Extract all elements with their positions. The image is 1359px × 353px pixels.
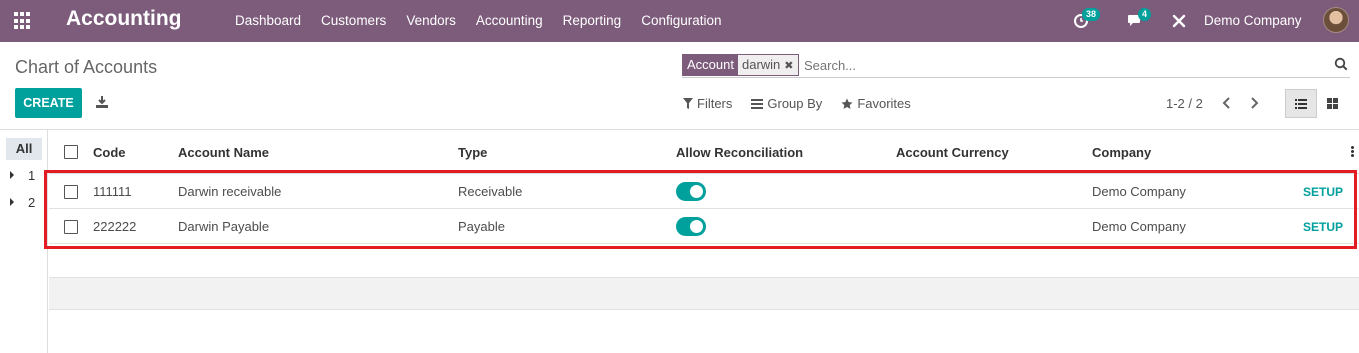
filters-button[interactable]: Filters — [683, 96, 732, 111]
main-menu: Dashboard Customers Vendors Accounting R… — [225, 0, 732, 42]
kanban-view-button[interactable] — [1319, 89, 1347, 118]
reconcile-toggle[interactable] — [676, 217, 706, 236]
hierarchy-side-panel: All 1 2 — [0, 130, 48, 353]
menu-reporting[interactable]: Reporting — [553, 0, 632, 42]
column-account-currency[interactable]: Account Currency — [896, 145, 1009, 160]
facet-value: darwin ✖ — [737, 55, 798, 75]
list-icon — [1295, 99, 1307, 109]
table-empty-row — [49, 244, 1359, 278]
kanban-icon — [1327, 98, 1338, 109]
star-icon — [841, 98, 853, 109]
favorites-button[interactable]: Favorites — [841, 96, 911, 111]
cell-account-name: Darwin receivable — [178, 184, 282, 199]
row-checkbox[interactable] — [64, 185, 78, 199]
cell-account-name: Darwin Payable — [178, 219, 270, 234]
cell-company: Demo Company — [1092, 184, 1186, 199]
menu-dashboard[interactable]: Dashboard — [225, 0, 311, 42]
activity-count-badge: 38 — [1082, 8, 1101, 21]
message-count-badge: 4 — [1138, 8, 1152, 21]
messages-icon[interactable]: 4 — [1127, 8, 1152, 30]
optional-columns-icon[interactable] — [1351, 146, 1354, 158]
favorites-label: Favorites — [857, 96, 911, 111]
menu-vendors[interactable]: Vendors — [396, 0, 466, 42]
user-avatar[interactable] — [1323, 7, 1349, 33]
reconcile-toggle[interactable] — [676, 182, 706, 201]
side-item-1[interactable]: 1 — [10, 168, 35, 183]
facet-label: Account — [683, 55, 738, 75]
groupby-button[interactable]: Group By — [751, 96, 822, 111]
activity-clock-icon[interactable]: 38 — [1073, 8, 1101, 30]
side-item-label: 1 — [28, 168, 36, 183]
setup-button[interactable]: SETUP — [1303, 220, 1343, 234]
facet-value-text: darwin — [741, 57, 781, 72]
column-account-name[interactable]: Account Name — [178, 145, 269, 160]
filter-icon — [683, 98, 693, 109]
facet-remove-icon[interactable]: ✖ — [784, 60, 793, 72]
chevron-right-icon[interactable] — [1247, 95, 1261, 111]
select-all-checkbox[interactable] — [64, 145, 78, 159]
search-options: Filters Group By Favorites — [683, 96, 930, 111]
cell-type: Receivable — [458, 184, 523, 199]
app-title[interactable]: Accounting — [66, 7, 182, 31]
bars-icon — [751, 98, 764, 109]
search-input[interactable] — [804, 56, 1324, 75]
caret-right-icon — [10, 198, 14, 206]
column-allow-reconciliation[interactable]: Allow Reconciliation — [676, 145, 803, 160]
pager-value[interactable]: 1-2 / 2 — [1166, 96, 1203, 111]
download-icon[interactable] — [95, 95, 109, 109]
table-header: Code Account Name Type Allow Reconciliat… — [49, 130, 1359, 174]
table-row[interactable]: 111111 Darwin receivable Receivable Demo… — [49, 174, 1359, 209]
create-button[interactable]: CREATE — [15, 88, 82, 118]
menu-configuration[interactable]: Configuration — [631, 0, 731, 42]
search-icon[interactable] — [1334, 57, 1348, 71]
search-facet: Account darwin ✖ — [682, 54, 799, 76]
cell-code: 111111 — [93, 184, 132, 199]
caret-right-icon — [10, 171, 14, 179]
column-code[interactable]: Code — [93, 145, 126, 160]
apps-grid-icon[interactable] — [14, 12, 32, 30]
side-item-2[interactable]: 2 — [10, 195, 35, 210]
cell-type: Payable — [458, 219, 505, 234]
search-bar: Account darwin ✖ — [682, 53, 1350, 78]
breadcrumb-title: Chart of Accounts — [15, 57, 158, 77]
filters-label: Filters — [697, 96, 733, 111]
company-switcher[interactable]: Demo Company — [1204, 0, 1302, 42]
list-view-button[interactable] — [1285, 89, 1317, 118]
side-item-all[interactable]: All — [6, 138, 42, 160]
chevron-left-icon[interactable] — [1220, 95, 1234, 111]
groupby-label: Group By — [767, 96, 823, 111]
setup-button[interactable]: SETUP — [1303, 185, 1343, 199]
top-navbar: Accounting Dashboard Customers Vendors A… — [0, 0, 1359, 42]
column-type[interactable]: Type — [458, 145, 487, 160]
menu-customers[interactable]: Customers — [311, 0, 396, 42]
cell-code: 222222 — [93, 219, 137, 234]
cell-company: Demo Company — [1092, 219, 1186, 234]
row-checkbox[interactable] — [64, 220, 78, 234]
table-row[interactable]: 222222 Darwin Payable Payable Demo Compa… — [49, 209, 1359, 244]
side-item-label: 2 — [28, 195, 36, 210]
menu-accounting[interactable]: Accounting — [466, 0, 553, 42]
debug-tools-icon[interactable] — [1171, 13, 1187, 29]
column-company[interactable]: Company — [1092, 145, 1151, 160]
table-footer — [49, 278, 1359, 310]
